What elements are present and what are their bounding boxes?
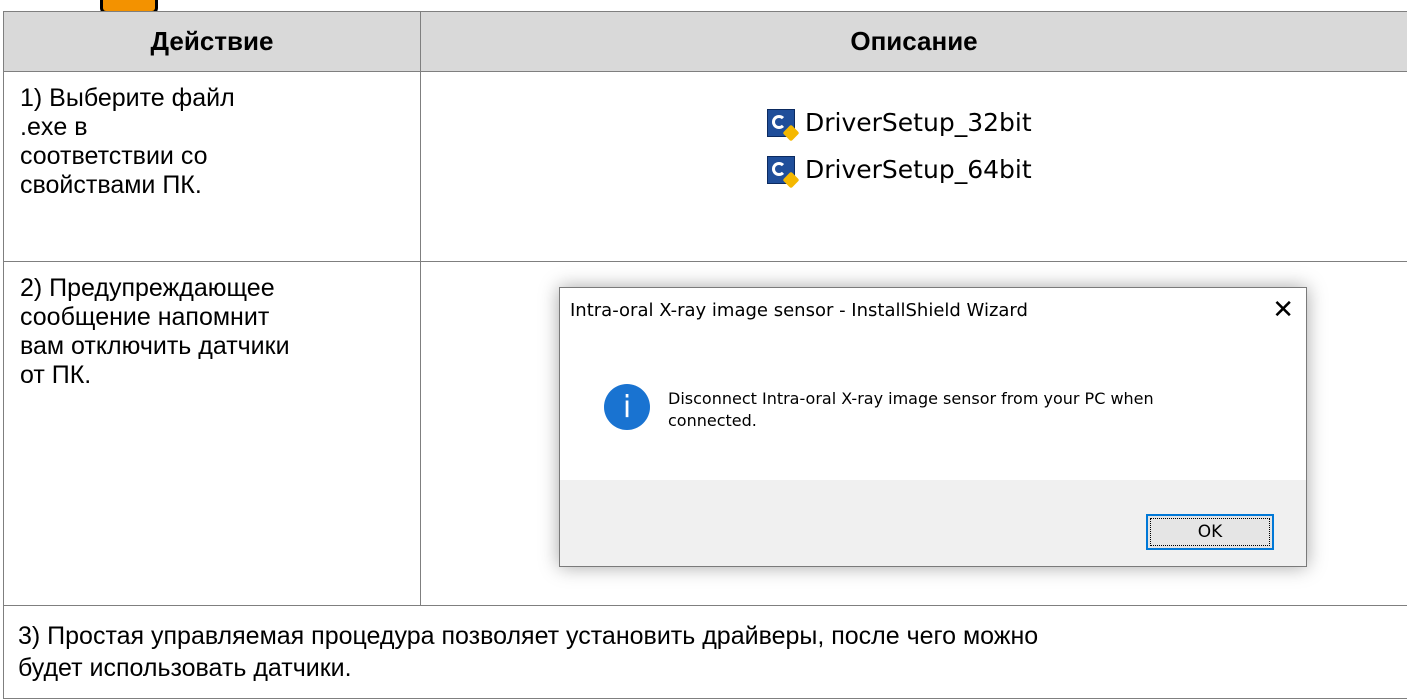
file-list: DriverSetup_32bit DriverSetup_64bit — [767, 108, 1407, 184]
dialog-title: Intra-oral X-ray image sensor - InstallS… — [570, 300, 1028, 321]
step2-line: вам отключить датчики — [20, 332, 420, 361]
dialog-body: i Disconnect Intra-oral X-ray image sens… — [560, 332, 1306, 494]
step1-line: .exe в — [20, 113, 420, 142]
file-name: DriverSetup_64bit — [805, 155, 1032, 184]
step1-line: 1) Выберите файл — [20, 84, 420, 113]
installer-icon — [767, 109, 795, 137]
dialog-footer: OK — [560, 480, 1306, 566]
step2-line: от ПК. — [20, 361, 420, 390]
ok-button[interactable]: OK — [1146, 514, 1274, 550]
installshield-dialog: Intra-oral X-ray image sensor - InstallS… — [559, 287, 1307, 567]
step2-line: 2) Предупреждающее — [20, 274, 420, 303]
close-icon[interactable]: ✕ — [1272, 297, 1294, 323]
step2-line: сообщение напомнит — [20, 303, 420, 332]
step3-line: будет использовать датчики. — [18, 652, 1407, 684]
instructions-table: Действие Описание 1) Выберите файл .exe … — [3, 11, 1407, 699]
step1-line: свойствами ПК. — [20, 171, 420, 200]
file-item-64bit[interactable]: DriverSetup_64bit — [767, 155, 1032, 184]
step3-text: 3) Простая управляемая процедура позволя… — [4, 606, 1407, 699]
table-row-step3: 3) Простая управляемая процедура позволя… — [4, 606, 1407, 699]
step1-action: 1) Выберите файл .exe в соответствии со … — [4, 72, 421, 262]
step2-action: 2) Предупреждающее сообщение напомнит ва… — [4, 262, 421, 606]
step2-description: Intra-oral X-ray image sensor - InstallS… — [421, 262, 1407, 606]
info-icon: i — [604, 384, 650, 430]
dialog-message-line: Disconnect Intra-oral X-ray image sensor… — [668, 388, 1228, 410]
table-row-step2: 2) Предупреждающее сообщение напомнит ва… — [4, 262, 1407, 606]
step1-line: соответствии со — [20, 142, 420, 171]
dialog-titlebar: Intra-oral X-ray image sensor - InstallS… — [560, 288, 1306, 332]
file-item-32bit[interactable]: DriverSetup_32bit — [767, 108, 1032, 137]
header-action: Действие — [4, 12, 421, 72]
installer-icon — [767, 156, 795, 184]
step3-line: 3) Простая управляемая процедура позволя… — [18, 620, 1407, 652]
header-description: Описание — [421, 12, 1407, 72]
step1-description: DriverSetup_32bit DriverSetup_64bit — [421, 72, 1407, 262]
table-row-step1: 1) Выберите файл .exe в соответствии со … — [4, 72, 1407, 262]
dialog-message: Disconnect Intra-oral X-ray image sensor… — [668, 388, 1228, 432]
table-header-row: Действие Описание — [4, 12, 1407, 72]
file-name: DriverSetup_32bit — [805, 108, 1032, 137]
dialog-message-line: connected. — [668, 410, 1228, 432]
